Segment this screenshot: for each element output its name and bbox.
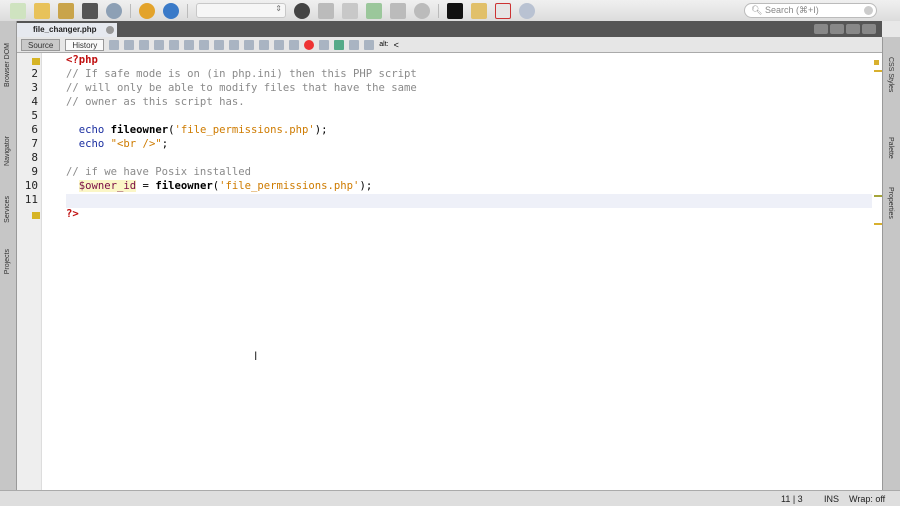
cursor-position: 11 | 3 [781, 494, 803, 504]
last-edit-icon[interactable] [109, 39, 120, 50]
text-cursor-icon: I [254, 349, 258, 363]
left-panel-strip: Browser DOM Navigator Services Projects [0, 21, 17, 490]
uncomment-icon[interactable] [349, 39, 360, 50]
back-icon[interactable] [124, 39, 135, 50]
tag-insert-button[interactable]: < [394, 40, 399, 50]
comment-icon[interactable] [334, 39, 345, 50]
panel-css-styles[interactable]: CSS Styles [887, 57, 894, 92]
debug-icon[interactable] [390, 2, 406, 19]
editor-toolbar: Source History alt: < [17, 37, 882, 53]
rect-select-icon[interactable] [214, 39, 225, 50]
configuration-select[interactable]: ⇕ [196, 3, 286, 18]
right-panel-strip: CSS Styles Palette Properties [882, 37, 900, 490]
toggle-bookmark-icon[interactable] [259, 39, 270, 50]
files-icon[interactable] [471, 2, 487, 19]
prev-bookmark-icon[interactable] [229, 39, 240, 50]
run-icon[interactable] [366, 2, 382, 19]
panel-properties[interactable]: Properties [887, 187, 894, 219]
scroll-tabs-left-button[interactable] [814, 24, 828, 34]
separator [187, 3, 188, 18]
find-icon[interactable] [154, 39, 165, 50]
settings-gear-icon[interactable] [519, 2, 535, 19]
restore-window-button[interactable] [862, 24, 876, 34]
status-bar: 11 | 3 INS Wrap: off [0, 490, 900, 506]
open-project-icon[interactable] [58, 2, 74, 19]
panel-navigator[interactable]: Navigator [4, 136, 11, 166]
current-line-highlight [66, 194, 872, 208]
build-icon[interactable] [318, 2, 334, 19]
preview-icon[interactable] [106, 2, 122, 19]
stop-macro-icon[interactable] [319, 39, 330, 50]
forward-icon[interactable] [139, 39, 150, 50]
code-editor[interactable]: <?php // If safe mode is on (in php.ini)… [42, 53, 882, 490]
history-button[interactable]: History [65, 38, 105, 51]
toggle-highlight-icon[interactable] [199, 39, 210, 50]
clean-build-icon[interactable] [342, 2, 358, 19]
new-file-icon[interactable] [10, 2, 26, 19]
search-icon: 🔍︎ [751, 5, 765, 15]
shift-left-icon[interactable] [274, 39, 285, 50]
source-button[interactable]: Source [21, 38, 61, 51]
alt-label: alt: [379, 41, 389, 48]
terminal-icon[interactable] [447, 2, 463, 19]
profile-icon[interactable] [414, 2, 430, 19]
find-previous-icon[interactable] [169, 39, 180, 50]
close-tab-icon[interactable] [106, 26, 114, 34]
next-bookmark-icon[interactable] [244, 39, 255, 50]
fold-marker-icon[interactable] [32, 212, 40, 219]
undo-icon[interactable] [139, 2, 155, 19]
panel-browser-dom[interactable]: Browser DOM [4, 43, 11, 87]
clear-search-icon[interactable] [864, 6, 873, 15]
insert-mode: INS [824, 494, 840, 504]
fold-marker-icon[interactable] [32, 58, 40, 65]
shift-right-icon[interactable] [289, 39, 300, 50]
error-stripe-marker[interactable] [874, 223, 882, 225]
separator [130, 3, 131, 18]
panel-projects[interactable]: Projects [4, 249, 11, 274]
separator [438, 3, 439, 18]
record-macro-icon[interactable] [304, 39, 315, 50]
search-input[interactable]: 🔍︎ Search (⌘+I) [744, 3, 877, 18]
find-next-icon[interactable] [184, 39, 195, 50]
line-number-gutter: 2 3 4 5 6 7 8 9 10 11 [17, 53, 42, 490]
tools-icon[interactable] [495, 2, 511, 19]
panel-palette[interactable]: Palette [887, 137, 894, 159]
tab-list-button[interactable] [846, 24, 860, 34]
database-icon[interactable] [364, 39, 375, 50]
panel-services[interactable]: Services [4, 196, 11, 223]
wrap-mode: Wrap: off [849, 494, 886, 504]
redo-icon[interactable] [163, 2, 179, 19]
error-stripe-marker[interactable] [874, 70, 882, 72]
save-all-icon[interactable] [82, 2, 98, 19]
error-stripe-marker[interactable] [874, 195, 882, 197]
new-project-icon[interactable] [34, 2, 50, 19]
error-stripe-marker[interactable] [874, 60, 879, 65]
scroll-tabs-right-button[interactable] [830, 24, 844, 34]
browser-icon[interactable] [294, 2, 310, 19]
editor-tab-bar: file_changer.php [17, 21, 882, 37]
tab-file-changer[interactable]: file_changer.php [17, 23, 117, 37]
